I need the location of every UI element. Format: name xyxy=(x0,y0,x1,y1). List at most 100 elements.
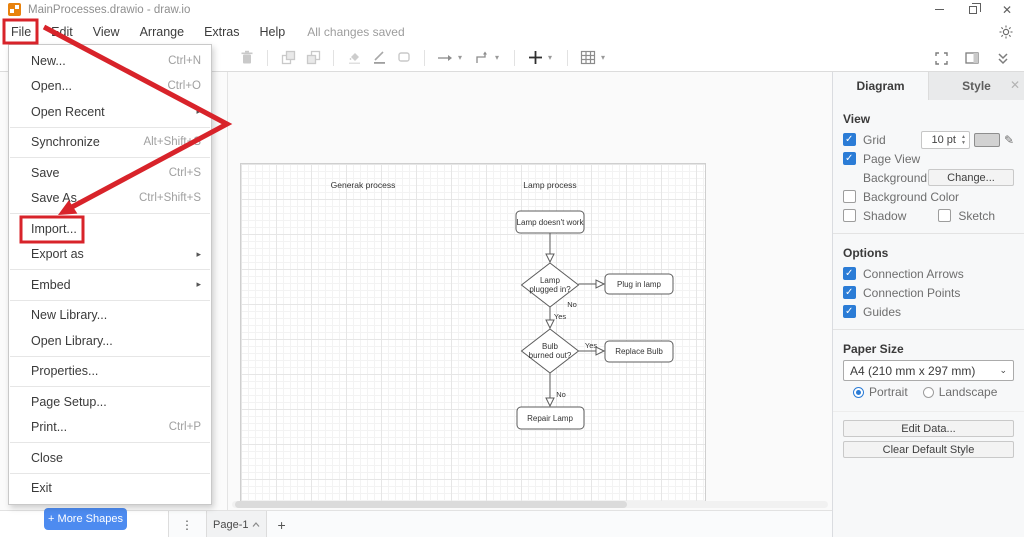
flowchart: Generak process Lamp process Lamp doesn'… xyxy=(228,72,832,510)
section-options-header: Options xyxy=(843,246,1014,260)
clear-default-style-button[interactable]: Clear Default Style xyxy=(843,441,1014,458)
insert-button[interactable] xyxy=(524,47,546,69)
grid-row: Grid ▲▼ ✎ xyxy=(843,130,1014,149)
change-background-button[interactable]: Change... xyxy=(928,169,1014,186)
flowchart-node-start-label: Lamp doesn't work xyxy=(517,218,585,227)
edge-label-q1-no: No xyxy=(567,300,577,309)
more-shapes-button[interactable]: + More Shapes xyxy=(44,508,127,530)
landscape-radio[interactable] xyxy=(923,387,934,398)
pool-label-general[interactable]: Generak process xyxy=(331,180,396,190)
menu-item-new[interactable]: New...Ctrl+N xyxy=(9,48,211,74)
grid-size-stepper[interactable]: ▲▼ xyxy=(958,134,969,146)
menu-item-new-library[interactable]: New Library... xyxy=(9,303,211,329)
edit-data-button[interactable]: Edit Data... xyxy=(843,420,1014,437)
chevron-down-icon[interactable]: ▾ xyxy=(495,53,505,62)
menu-item-synchronize[interactable]: SynchronizeAlt+Shift+S xyxy=(9,130,211,156)
chevron-down-icon[interactable]: ▾ xyxy=(458,53,468,62)
menu-separator xyxy=(10,213,210,214)
background-color-label: Background Color xyxy=(863,190,959,204)
fullscreen-button[interactable] xyxy=(930,47,952,69)
portrait-radio[interactable] xyxy=(853,387,864,398)
horizontal-scrollbar-thumb[interactable] xyxy=(235,501,627,508)
menu-separator xyxy=(10,269,210,270)
background-color-checkbox[interactable] xyxy=(843,190,856,203)
menu-item-import[interactable]: Import... xyxy=(9,216,211,242)
horizontal-scrollbar[interactable] xyxy=(232,501,828,508)
grid-checkbox[interactable] xyxy=(843,133,856,146)
page-tab[interactable]: Page-1 xyxy=(206,511,267,537)
minimize-button[interactable] xyxy=(922,0,956,19)
to-front-button[interactable] xyxy=(277,47,299,69)
toolbar-separator xyxy=(267,50,268,66)
chevron-down-icon[interactable]: ▾ xyxy=(548,53,558,62)
page-view-row: Page View xyxy=(843,149,1014,168)
tab-diagram[interactable]: Diagram xyxy=(833,72,929,100)
menu-item-exit[interactable]: Exit xyxy=(9,476,211,502)
table-button[interactable] xyxy=(577,47,599,69)
section-paper-header: Paper Size xyxy=(843,342,1014,356)
guides-checkbox[interactable] xyxy=(843,305,856,318)
menu-item-properties[interactable]: Properties... xyxy=(9,359,211,385)
page-tab-label: Page-1 xyxy=(213,519,248,531)
flowchart-node-replace-label: Replace Bulb xyxy=(615,347,663,356)
drawio-logo-icon xyxy=(8,3,21,16)
menu-help[interactable]: Help xyxy=(252,22,294,42)
menu-item-export-as[interactable]: Export as▸ xyxy=(9,242,211,268)
menu-separator xyxy=(10,442,210,443)
panel-divider xyxy=(833,411,1024,412)
guides-label: Guides xyxy=(863,305,901,319)
to-back-button[interactable] xyxy=(302,47,324,69)
menu-item-open-library[interactable]: Open Library... xyxy=(9,328,211,354)
spin-down-icon: ▼ xyxy=(961,140,966,146)
maximize-button[interactable] xyxy=(956,0,990,19)
format-panel-toggle-button[interactable] xyxy=(961,47,983,69)
orientation-row: Portrait Landscape xyxy=(853,381,1014,403)
shadow-checkbox[interactable] xyxy=(843,209,856,222)
connection-style-button[interactable] xyxy=(434,47,456,69)
menu-edit[interactable]: Edit xyxy=(43,22,81,42)
panel-close-icon[interactable]: ✕ xyxy=(1010,79,1020,91)
collapse-toolbar-button[interactable] xyxy=(992,47,1014,69)
menu-item-open[interactable]: Open...Ctrl+O xyxy=(9,74,211,100)
grid-size-input[interactable] xyxy=(922,134,958,146)
menu-extras[interactable]: Extras xyxy=(196,22,247,42)
connection-points-checkbox[interactable] xyxy=(843,286,856,299)
delete-button[interactable] xyxy=(236,47,258,69)
theme-toggle-button[interactable] xyxy=(996,22,1016,42)
table-icon xyxy=(580,50,596,65)
menu-item-save-as[interactable]: Save As...Ctrl+Shift+S xyxy=(9,186,211,212)
paper-size-select[interactable]: A4 (210 mm x 297 mm) ⌄ xyxy=(843,360,1014,381)
chevron-down-icon[interactable]: ▾ xyxy=(601,53,611,62)
connection-arrows-checkbox[interactable] xyxy=(843,267,856,280)
plus-icon xyxy=(528,50,543,65)
add-page-button[interactable]: + xyxy=(277,517,285,533)
title-bar: MainProcesses.drawio - draw.io ✕ xyxy=(0,0,1024,19)
shadow-button[interactable] xyxy=(393,47,415,69)
menu-item-print[interactable]: Print...Ctrl+P xyxy=(9,415,211,441)
menu-item-close[interactable]: Close xyxy=(9,445,211,471)
close-button[interactable]: ✕ xyxy=(990,0,1024,19)
menu-item-page-setup[interactable]: Page Setup... xyxy=(9,389,211,415)
connection-points-row: Connection Points xyxy=(843,283,1014,302)
edit-pencil-icon[interactable]: ✎ xyxy=(1004,133,1014,147)
page-view-checkbox[interactable] xyxy=(843,152,856,165)
grid-color-swatch[interactable] xyxy=(974,133,1000,147)
line-color-button[interactable] xyxy=(368,47,390,69)
window-title: MainProcesses.drawio - draw.io xyxy=(28,4,190,16)
background-color-row: Background Color xyxy=(843,187,1014,206)
menu-item-save[interactable]: SaveCtrl+S xyxy=(9,160,211,186)
sketch-checkbox[interactable] xyxy=(938,209,951,222)
menu-view[interactable]: View xyxy=(85,22,128,42)
drawing-canvas[interactable]: Generak process Lamp process Lamp doesn'… xyxy=(228,72,832,510)
menu-file[interactable]: File xyxy=(3,22,39,42)
menu-item-open-recent[interactable]: Open Recent▸ xyxy=(9,99,211,125)
menu-arrange[interactable]: Arrange xyxy=(132,22,192,42)
pool-label-lamp[interactable]: Lamp process xyxy=(523,180,576,190)
menu-item-embed[interactable]: Embed▸ xyxy=(9,272,211,298)
grid-label: Grid xyxy=(863,133,886,147)
arrowhead-icon xyxy=(546,320,554,328)
waypoints-button[interactable] xyxy=(471,47,493,69)
connection-arrow-icon xyxy=(437,53,453,63)
fill-color-button[interactable] xyxy=(343,47,365,69)
pages-menu-icon[interactable]: ⋮ xyxy=(181,518,193,532)
